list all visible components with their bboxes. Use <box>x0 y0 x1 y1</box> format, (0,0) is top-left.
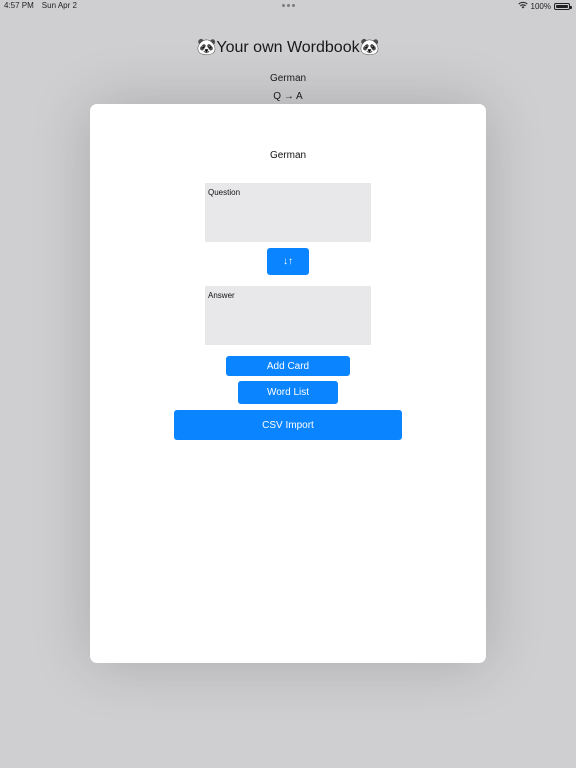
language-label[interactable]: German <box>0 73 576 84</box>
multitasking-dots-icon[interactable] <box>282 1 295 7</box>
dot <box>282 4 285 7</box>
battery-fill <box>556 4 568 8</box>
csv-import-button[interactable]: CSV Import <box>174 410 402 440</box>
status-date: Sun Apr 2 <box>41 1 77 10</box>
answer-placeholder: Answer <box>208 291 235 300</box>
mode-label[interactable]: Q → A <box>0 91 576 102</box>
question-input[interactable]: Question <box>205 183 371 242</box>
swap-button[interactable]: ↓↑ <box>267 248 309 275</box>
dot <box>292 4 295 7</box>
status-right: 100% <box>517 1 572 11</box>
status-bar: 4:57 PM Sun Apr 2 100% <box>0 0 576 12</box>
answer-input[interactable]: Answer <box>205 286 371 345</box>
status-time: 4:57 PM <box>4 1 34 10</box>
app-title: 🐼Your own Wordbook🐼 <box>196 39 380 56</box>
add-card-button[interactable]: Add Card <box>226 356 350 376</box>
dot <box>287 4 290 7</box>
add-card-sheet: German Question ↓↑ Answer Add Card Word … <box>90 104 486 663</box>
battery-percentage: 100% <box>530 1 551 11</box>
sheet-title: German <box>269 150 307 161</box>
battery-tip <box>570 5 572 9</box>
word-list-button[interactable]: Word List <box>238 381 338 404</box>
battery-icon <box>554 2 572 10</box>
wifi-icon <box>517 1 528 11</box>
question-placeholder: Question <box>208 188 241 197</box>
status-left: 4:57 PM Sun Apr 2 <box>4 1 77 10</box>
